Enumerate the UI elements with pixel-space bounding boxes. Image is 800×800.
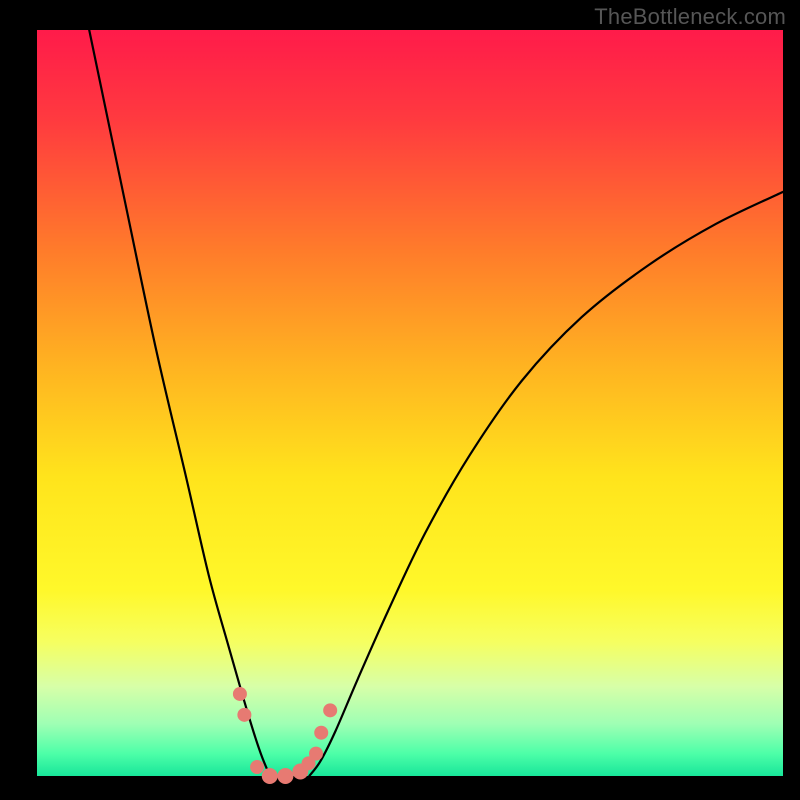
chart-container: { "watermark": "TheBottleneck.com", "cha… bbox=[0, 0, 800, 800]
data-point bbox=[277, 768, 293, 784]
data-point bbox=[309, 747, 323, 761]
plot-background bbox=[37, 30, 783, 776]
data-point bbox=[233, 687, 247, 701]
bottleneck-chart bbox=[0, 0, 800, 800]
data-point bbox=[250, 760, 264, 774]
data-point bbox=[314, 726, 328, 740]
data-point bbox=[237, 708, 251, 722]
data-point bbox=[262, 768, 278, 784]
watermark-text: TheBottleneck.com bbox=[594, 4, 786, 30]
data-point bbox=[323, 703, 337, 717]
